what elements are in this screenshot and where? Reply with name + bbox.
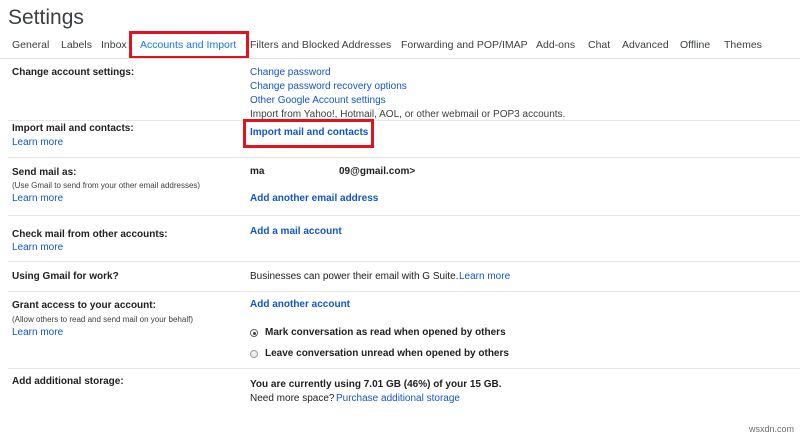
leave-unread-label[interactable]: Leave conversation unread when opened by… [265, 348, 509, 359]
section-divider [8, 261, 800, 262]
mark-as-read-radio[interactable] [250, 329, 258, 337]
section-divider [8, 157, 800, 158]
grant-access-note: (Allow others to read and send mail on y… [12, 315, 193, 324]
tab-general[interactable]: General [12, 39, 49, 51]
tab-add-ons[interactable]: Add-ons [536, 39, 575, 51]
add-mail-account-link[interactable]: Add a mail account [250, 226, 342, 237]
page-title: Settings [8, 6, 84, 29]
change-recovery-options-link[interactable]: Change password recovery options [250, 81, 407, 92]
tabs-divider [0, 58, 800, 59]
tab-filters-and-blocked-addresses[interactable]: Filters and Blocked Addresses [250, 39, 391, 51]
storage-label: Add additional storage: [12, 376, 124, 387]
grant-access-label: Grant access to your account: [12, 300, 156, 311]
mark-as-read-label[interactable]: Mark conversation as read when opened by… [265, 327, 506, 338]
import-learn-more-link[interactable]: Learn more [12, 137, 63, 148]
add-another-account-link[interactable]: Add another account [250, 299, 350, 310]
section-divider [8, 215, 800, 216]
sender-email: 09@gmail.com> [339, 166, 416, 177]
leave-unread-radio[interactable] [250, 350, 258, 358]
check-mail-learn-more-link[interactable]: Learn more [12, 242, 63, 253]
tab-inbox[interactable]: Inbox [101, 39, 127, 51]
change-account-label: Change account settings: [12, 67, 135, 78]
section-divider [8, 368, 800, 369]
check-mail-label: Check mail from other accounts: [12, 229, 168, 240]
active-tab-highlight [129, 31, 249, 59]
send-mail-as-note: (Use Gmail to send from your other email… [12, 181, 201, 190]
gsuite-learn-more-link[interactable]: Learn more [459, 271, 510, 282]
section-divider [8, 291, 800, 292]
grant-learn-more-link[interactable]: Learn more [12, 327, 63, 338]
sender-name: ma [250, 166, 265, 177]
add-another-email-link[interactable]: Add another email address [250, 193, 378, 204]
tab-forwarding-and-pop-imap[interactable]: Forwarding and POP/IMAP [401, 39, 528, 51]
settings-tabs: General Labels Inbox Accounts and Import… [0, 36, 800, 56]
tab-offline[interactable]: Offline [680, 39, 710, 51]
section-divider [8, 120, 800, 121]
tab-themes[interactable]: Themes [724, 39, 762, 51]
send-mail-as-label: Send mail as: [12, 167, 77, 178]
change-password-link[interactable]: Change password [250, 67, 331, 78]
need-more-space-text: Need more space? [250, 393, 335, 404]
gmail-for-work-label: Using Gmail for work? [12, 271, 119, 282]
send-mail-learn-more-link[interactable]: Learn more [12, 193, 63, 204]
tab-chat[interactable]: Chat [588, 39, 610, 51]
tab-labels[interactable]: Labels [61, 39, 92, 51]
storage-usage-text: You are currently using 7.01 GB (46%) of… [250, 379, 502, 390]
watermark: wsxdn.com [748, 424, 794, 434]
purchase-storage-link[interactable]: Purchase additional storage [336, 393, 460, 404]
tab-advanced[interactable]: Advanced [622, 39, 669, 51]
import-label: Import mail and contacts: [12, 123, 134, 134]
other-google-account-settings-link[interactable]: Other Google Account settings [250, 95, 386, 106]
gsuite-text: Businesses can power their email with G … [250, 271, 459, 282]
import-highlight [243, 119, 374, 148]
